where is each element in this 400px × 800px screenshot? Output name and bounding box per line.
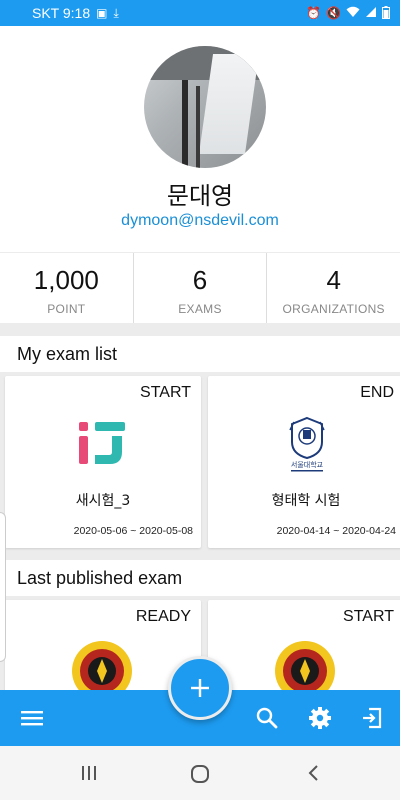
exam-card[interactable]: START 새시험_3 2020-05-06 ~ 2020-05-08 [5,376,201,548]
exam-status: START [140,384,191,401]
exam-title: 형태학 시험 [271,493,341,509]
seal-text: 서울대학교 [291,460,324,469]
battery-icon [382,5,390,21]
stat-label: EXAMS [178,302,222,316]
stat-point[interactable]: 1,000 POINT [0,253,133,323]
university-seal-icon: 서울대학교 [289,416,325,472]
image-notification-icon: ▣ [96,6,108,20]
section-title-last-published: Last published exam [0,560,400,596]
status-bar: SKT 9:18 ▣ ⤓ ⏰ 🔇 [0,0,400,26]
carrier-time: SKT 9:18 [32,5,91,21]
exam-status: END [360,384,394,401]
user-email: dymoon@nsdevil.com [121,212,279,229]
add-icon [191,679,209,697]
wifi-icon [346,6,360,20]
profile-header: 문대영 dymoon@nsdevil.com [0,26,400,252]
back-icon[interactable] [305,764,323,782]
avatar[interactable] [144,46,266,168]
search-icon[interactable] [255,706,279,730]
ij-logo-icon [79,422,125,464]
exam-title: 새시험_3 [75,493,131,509]
add-button[interactable] [168,656,232,720]
stat-value: 4 [326,265,341,295]
stat-value: 6 [192,265,208,295]
exam-status: READY [135,608,191,625]
stat-exams[interactable]: 6 EXAMS [132,253,267,323]
user-name: 문대영 [166,182,234,210]
stat-label: ORGANIZATIONS [282,302,385,316]
exam-card[interactable]: END 서울대학교 형태학 시험 2020-04-14 ~ 2020-04-24 [208,376,400,548]
recent-apps-icon[interactable] [80,764,98,782]
mute-icon: 🔇 [326,6,341,20]
section-title-my-exam-list: My exam list [0,336,400,372]
alarm-icon: ⏰ [306,6,322,20]
side-drawer-handle[interactable] [0,512,6,662]
home-icon[interactable] [190,764,210,784]
exam-date: 2020-04-14 ~ 2020-04-24 [276,525,396,537]
stat-label: POINT [47,302,86,316]
stat-value: 1,000 [33,265,99,295]
logout-icon[interactable] [360,706,384,730]
stat-organizations[interactable]: 4 ORGANIZATIONS [266,253,400,323]
download-icon: ⤓ [113,6,119,20]
published-exam-card[interactable]: START [208,600,400,701]
menu-icon[interactable] [20,706,44,730]
exam-date: 2020-05-06 ~ 2020-05-08 [73,525,193,537]
exam-status: START [343,608,394,625]
gear-icon[interactable] [308,706,332,730]
stats-row: 1,000 POINT 6 EXAMS 4 ORGANIZATIONS [0,253,400,323]
signal-icon [365,6,377,20]
